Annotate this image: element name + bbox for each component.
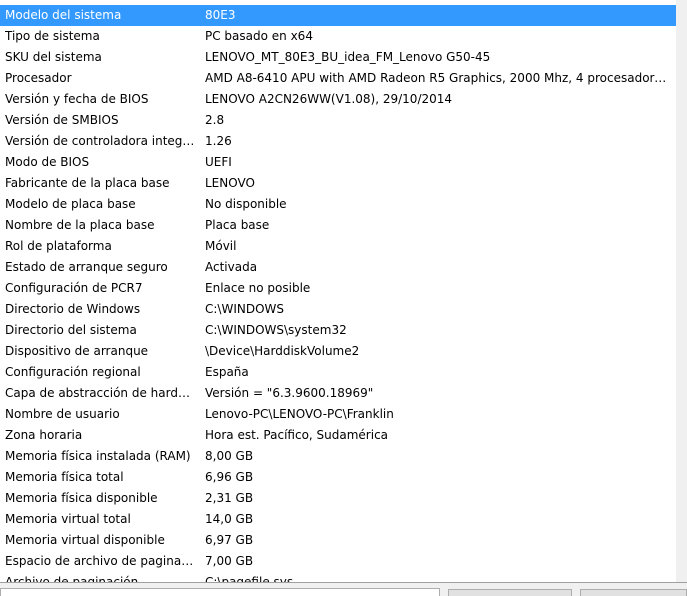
list-item[interactable]: Memoria virtual total 14,0 GB [0, 509, 676, 530]
item-name: Memoria virtual disponible [5, 533, 165, 547]
list-item[interactable]: Versión de SMBIOS 2.8 [0, 110, 676, 131]
item-value: LENOVO A2CN26WW(V1.08), 29/10/2014 [205, 92, 453, 106]
item-value: 6,96 GB [205, 470, 254, 484]
item-value: AMD A8-6410 APU with AMD Radeon R5 Graph… [205, 71, 667, 85]
list-item[interactable]: Rol de plataforma Móvil [0, 236, 676, 257]
list-item[interactable]: Fabricante de la placa base LENOVO [0, 173, 676, 194]
list-item[interactable]: Tipo de sistema PC basado en x64 [0, 26, 676, 47]
item-value: 6,97 GB [205, 533, 254, 547]
list-item[interactable]: Directorio de Windows C:\WINDOWS [0, 299, 676, 320]
item-value: PC basado en x64 [205, 29, 313, 43]
close-find-button[interactable] [580, 589, 687, 596]
item-name: Dispositivo de arranque [5, 344, 149, 358]
item-name: Nombre de la placa base [5, 218, 155, 232]
find-button[interactable] [448, 589, 572, 596]
item-value: LENOVO_MT_80E3_BU_idea_FM_Lenovo G50-45 [205, 50, 491, 64]
item-name: Directorio del sistema [5, 323, 137, 337]
item-name: Nombre de usuario [5, 407, 120, 421]
list-item[interactable]: Configuración de PCR7 Enlace no posible [0, 278, 676, 299]
item-value: Móvil [205, 239, 237, 253]
item-name: Versión y fecha de BIOS [5, 92, 149, 106]
item-value: Versión = "6.3.9600.18969" [205, 386, 374, 400]
list-item[interactable]: Modo de BIOS UEFI [0, 152, 676, 173]
item-value: UEFI [205, 155, 232, 169]
list-item[interactable]: Versión y fecha de BIOS LENOVO A2CN26WW(V… [0, 89, 676, 110]
item-value: C:\pagefile.sys [205, 575, 294, 582]
item-name: Directorio de Windows [5, 302, 141, 316]
find-input[interactable] [0, 588, 440, 596]
item-name: Memoria virtual total [5, 512, 131, 526]
item-value: 8,00 GB [205, 449, 254, 463]
item-name: Memoria física instalada (RAM) [5, 449, 191, 463]
system-summary-list: Modelo del sistema 80E3 Tipo de sistema PC … [0, 5, 676, 582]
item-value: No disponible [205, 197, 287, 211]
list-item[interactable]: Dispositivo de arranque \Device\HarddiskV… [0, 341, 676, 362]
item-name: Estado de arranque seguro [5, 260, 168, 274]
item-value: 80E3 [205, 8, 236, 22]
item-value: 2.8 [205, 113, 225, 127]
list-item[interactable]: Espacio de archivo de paginación 7,00 GB [0, 551, 676, 572]
item-value: C:\WINDOWS [205, 302, 285, 316]
item-name: Configuración de PCR7 [5, 281, 143, 295]
list-item[interactable]: Configuración regional España [0, 362, 676, 383]
item-value: 7,00 GB [205, 554, 254, 568]
item-name: SKU del sistema [5, 50, 102, 64]
item-name: Configuración regional [5, 365, 141, 379]
list-item[interactable]: Directorio del sistema C:\WINDOWS\system3… [0, 320, 676, 341]
item-value: 2,31 GB [205, 491, 254, 505]
item-value: España [205, 365, 249, 379]
item-value: Placa base [205, 218, 270, 232]
item-name: Memoria física total [5, 470, 124, 484]
list-item[interactable]: Memoria física instalada (RAM) 8,00 GB [0, 446, 676, 467]
list-item[interactable]: Nombre de la placa base Placa base [0, 215, 676, 236]
list-item[interactable]: Modelo de placa base No disponible [0, 194, 676, 215]
list-item[interactable]: Procesador AMD A8-6410 APU with AMD Radeo… [0, 68, 676, 89]
item-name: Archivo de paginación [5, 575, 139, 582]
item-value: Enlace no posible [205, 281, 311, 295]
list-item[interactable]: Memoria virtual disponible 6,97 GB [0, 530, 676, 551]
list-item[interactable]: Modelo del sistema 80E3 [0, 5, 676, 26]
list-item[interactable]: Memoria física total 6,96 GB [0, 467, 676, 488]
item-name: Modelo del sistema [5, 8, 122, 22]
item-value: 1.26 [205, 134, 232, 148]
list-item[interactable]: Memoria física disponible 2,31 GB [0, 488, 676, 509]
list-item[interactable]: Zona horaria Hora est. Pacífico, Sudaméri… [0, 425, 676, 446]
list-item[interactable]: Archivo de paginación C:\pagefile.sys [0, 572, 676, 582]
system-info-window: Modelo del sistema 80E3 Tipo de sistema PC … [0, 0, 687, 596]
item-name: Versión de controladora integrada [5, 134, 199, 148]
item-name: Versión de SMBIOS [5, 113, 119, 127]
item-name: Capa de abstracción de hardware [5, 386, 199, 400]
item-name: Espacio de archivo de paginación [5, 554, 199, 568]
item-value: Activada [205, 260, 258, 274]
vertical-scrollbar[interactable] [676, 0, 687, 582]
item-name: Procesador [5, 71, 72, 85]
item-name: Tipo de sistema [5, 29, 100, 43]
list-item[interactable]: Nombre de usuario Lenovo-PC\LENOVO-PC\Fra… [0, 404, 676, 425]
item-value: Hora est. Pacífico, Sudamérica [205, 428, 389, 442]
item-name: Rol de plataforma [5, 239, 112, 253]
item-name: Modelo de placa base [5, 197, 136, 211]
item-name: Memoria física disponible [5, 491, 158, 505]
list-item[interactable]: Estado de arranque seguro Activada [0, 257, 676, 278]
item-name: Modo de BIOS [5, 155, 90, 169]
item-name: Zona horaria [5, 428, 83, 442]
item-value: Lenovo-PC\LENOVO-PC\Franklin [205, 407, 394, 421]
list-item[interactable]: Versión de controladora integrada 1.26 [0, 131, 676, 152]
bottom-bar [0, 583, 687, 596]
item-value: LENOVO [205, 176, 255, 190]
item-value: 14,0 GB [205, 512, 254, 526]
item-name: Fabricante de la placa base [5, 176, 170, 190]
item-value: C:\WINDOWS\system32 [205, 323, 347, 337]
list-item[interactable]: Capa de abstracción de hardware Versión =… [0, 383, 676, 404]
list-item[interactable]: SKU del sistema LENOVO_MT_80E3_BU_idea_FM… [0, 47, 676, 68]
item-value: \Device\HarddiskVolume2 [205, 344, 360, 358]
